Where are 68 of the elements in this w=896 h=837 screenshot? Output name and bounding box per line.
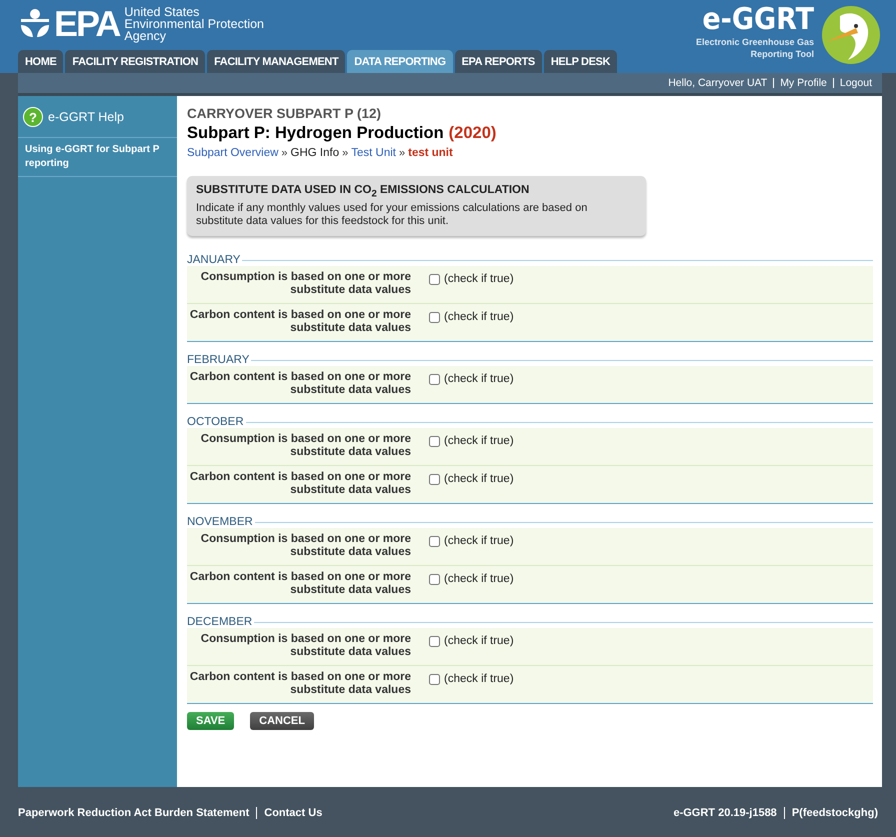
checkbox[interactable] — [429, 536, 440, 548]
notice-text: Indicate if any monthly values used for your emissions calculations are based on substitute data values for this feedstock for this unit. — [196, 202, 588, 228]
checkbox-hint: (check if true) — [444, 373, 514, 386]
nav-tab[interactable]: HOME — [18, 50, 64, 73]
month-heading: JANUARY — [187, 254, 240, 266]
nav-tab[interactable]: HELP DESK — [544, 50, 618, 73]
nav-tab[interactable]: FACILITY REGISTRATION — [65, 50, 206, 73]
checkbox[interactable] — [429, 274, 440, 286]
checkbox[interactable] — [429, 312, 440, 324]
breadcrumb-separator-icon: » — [281, 147, 288, 159]
checkbox[interactable] — [429, 574, 440, 586]
field-label: Consumption is based on one or more substitute data values — [200, 533, 411, 560]
nav-tab[interactable]: FACILITY MANAGEMENT — [207, 50, 346, 73]
save-button[interactable]: SAVE — [187, 712, 234, 730]
month-heading: NOVEMBER — [187, 516, 253, 528]
checkbox[interactable] — [429, 636, 440, 648]
checkbox-hint: (check if true) — [444, 273, 514, 286]
page-title: Subpart P: Hydrogen Production — [187, 124, 444, 143]
report-year: (2020) — [448, 124, 496, 143]
month-heading: FEBRUARY — [187, 354, 250, 366]
checkbox[interactable] — [429, 674, 440, 686]
footer-link[interactable]: Contact Us — [264, 807, 322, 819]
notice-title: SUBSTITUTE DATA USED IN CO$_{2}$ EMISSIONS CALCULATION — [196, 184, 530, 200]
footer-text: e-GGRT 20.19-j1588 — [673, 807, 777, 819]
field-label: Consumption is based on one or more substitute data values — [200, 271, 411, 298]
footer-link[interactable]: Paperwork Reduction Act Burden Statement — [18, 807, 250, 819]
checkbox[interactable] — [429, 374, 440, 386]
footer-text: P(feedstockghg) — [792, 807, 878, 819]
field-label: Carbon content is based on one or more substitute data values — [188, 371, 411, 398]
help-icon: ? — [23, 107, 43, 127]
checkbox-hint: (check if true) — [444, 673, 514, 686]
tool-subtitle: Reporting Tool — [750, 48, 814, 60]
field-label: Carbon content is based on one or more substitute data values — [188, 471, 411, 498]
bird-logo-icon — [820, 4, 882, 66]
nav-tab[interactable]: EPA REPORTS — [454, 50, 542, 73]
agency-logo-text: EPA — [54, 6, 120, 42]
tool-subtitle: Electronic Greenhouse Gas — [696, 36, 814, 48]
month-heading: OCTOBER — [187, 416, 244, 428]
agency-name-line: Agency — [124, 30, 168, 42]
sidebar-title: e-GGRT Help — [48, 110, 124, 124]
tool-logo-text: e-GGRT — [702, 4, 814, 36]
agency-name-line: United States — [124, 6, 200, 18]
breadcrumb-link[interactable]: Test Unit — [351, 147, 396, 159]
agency-name-line: Environmental Protection — [124, 18, 264, 30]
field-label: Consumption is based on one or more substitute data values — [200, 433, 411, 460]
field-label: Consumption is based on one or more substitute data values — [200, 633, 411, 660]
checkbox-hint: (check if true) — [444, 435, 514, 448]
breadcrumb-item: GHG Info — [290, 147, 340, 159]
user-link[interactable]: My Profile — [780, 77, 827, 89]
checkbox[interactable] — [429, 474, 440, 486]
checkbox-hint: (check if true) — [444, 635, 514, 648]
checkbox-hint: (check if true) — [444, 573, 514, 586]
breadcrumb-item: test unit — [408, 147, 453, 159]
cancel-button[interactable]: CANCEL — [250, 712, 314, 730]
breadcrumb-separator-icon: » — [398, 147, 406, 159]
month-heading: DECEMBER — [187, 616, 252, 628]
checkbox-hint: (check if true) — [444, 535, 514, 548]
checkbox-hint: (check if true) — [444, 473, 514, 486]
breadcrumb-link[interactable]: Subpart Overview — [187, 147, 278, 159]
checkbox-hint: (check if true) — [444, 311, 514, 324]
user-link[interactable]: Logout — [840, 77, 872, 89]
breadcrumb-separator-icon: » — [342, 147, 348, 159]
checkbox[interactable] — [429, 436, 440, 448]
field-label: Carbon content is based on one or more substitute data values — [188, 309, 411, 336]
field-label: Carbon content is based on one or more substitute data values — [188, 671, 411, 698]
page-kicker: CARRYOVER SUBPART P (12) — [187, 106, 382, 121]
field-label: Carbon content is based on one or more substitute data values — [188, 571, 411, 598]
user-greeting: Hello, Carryover UAT — [668, 77, 768, 89]
